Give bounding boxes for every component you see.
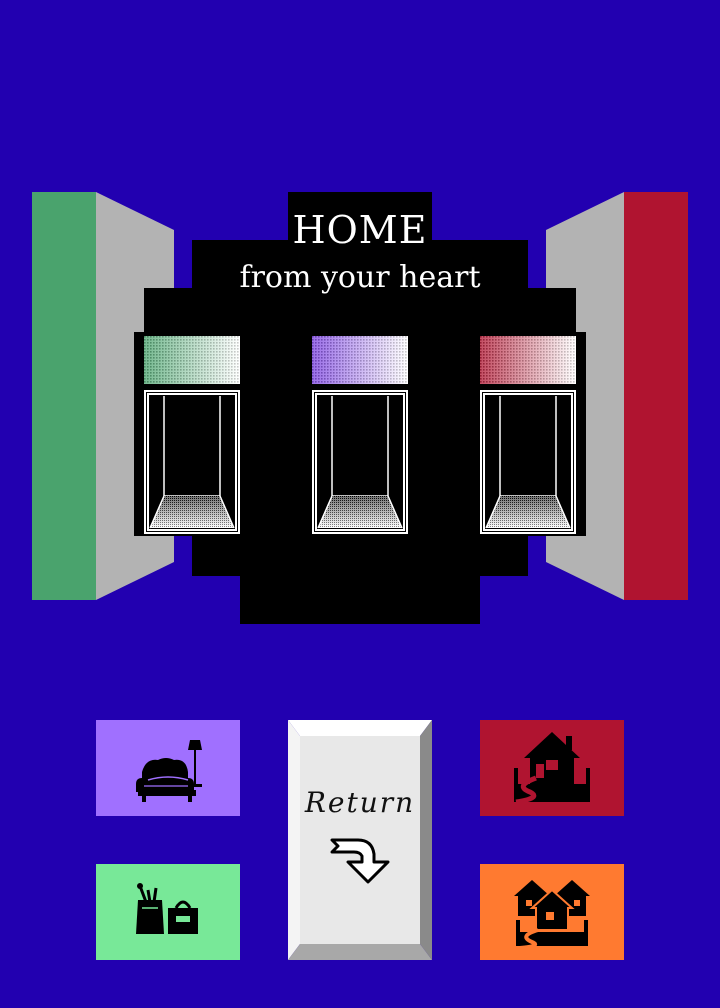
red-door[interactable] <box>480 390 576 534</box>
page-subtitle: from your heart <box>239 260 481 295</box>
red-door-swatch <box>480 336 576 384</box>
return-button[interactable]: Return <box>288 720 432 960</box>
green-door[interactable] <box>144 390 240 534</box>
sofa-lamp-icon <box>136 740 202 802</box>
furniture-tile[interactable] <box>96 720 240 816</box>
shopping-tile[interactable] <box>96 864 240 960</box>
houses-road-icon <box>514 880 590 950</box>
green-door-swatch <box>144 336 240 384</box>
house-road-icon <box>514 732 590 805</box>
neighborhood-tile[interactable] <box>480 864 624 960</box>
shopping-bags-icon <box>136 883 198 934</box>
curved-arrow-icon <box>330 838 390 884</box>
central-building <box>134 192 586 624</box>
purple-door-swatch <box>312 336 408 384</box>
return-label: Return <box>304 786 416 819</box>
purple-door[interactable] <box>312 390 408 534</box>
house-tile[interactable] <box>480 720 624 816</box>
page-title: HOME <box>292 208 428 252</box>
